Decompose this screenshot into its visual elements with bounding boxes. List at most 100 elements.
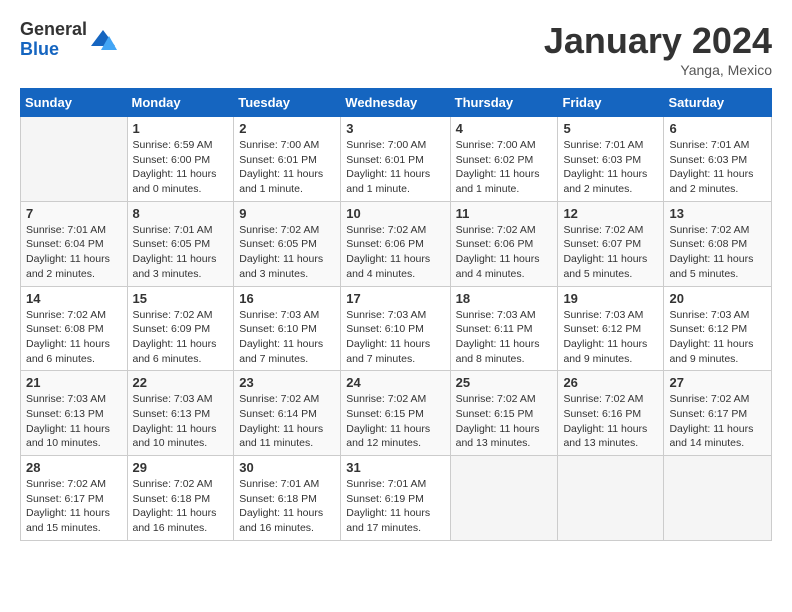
header-day-thursday: Thursday [450,89,558,117]
day-number: 29 [133,460,229,475]
day-info: Sunrise: 7:02 AM Sunset: 6:15 PM Dayligh… [346,392,444,451]
calendar-body: 1 Sunrise: 6:59 AM Sunset: 6:00 PM Daylig… [21,117,772,541]
calendar-cell [450,456,558,541]
header-day-wednesday: Wednesday [341,89,450,117]
day-info: Sunrise: 7:01 AM Sunset: 6:03 PM Dayligh… [669,138,766,197]
day-number: 24 [346,375,444,390]
day-number: 2 [239,121,335,136]
location: Yanga, Mexico [544,62,772,78]
day-info: Sunrise: 7:02 AM Sunset: 6:15 PM Dayligh… [456,392,553,451]
calendar-cell: 7 Sunrise: 7:01 AM Sunset: 6:04 PM Daylig… [21,201,128,286]
logo-general: General [20,20,87,40]
day-info: Sunrise: 7:03 AM Sunset: 6:11 PM Dayligh… [456,308,553,367]
header-day-sunday: Sunday [21,89,128,117]
day-number: 7 [26,206,122,221]
logo: General Blue [20,20,117,60]
calendar-cell: 2 Sunrise: 7:00 AM Sunset: 6:01 PM Daylig… [234,117,341,202]
day-number: 13 [669,206,766,221]
calendar-cell: 20 Sunrise: 7:03 AM Sunset: 6:12 PM Dayli… [664,286,772,371]
calendar-cell: 1 Sunrise: 6:59 AM Sunset: 6:00 PM Daylig… [127,117,234,202]
day-info: Sunrise: 7:02 AM Sunset: 6:18 PM Dayligh… [133,477,229,536]
header-day-friday: Friday [558,89,664,117]
calendar-cell: 21 Sunrise: 7:03 AM Sunset: 6:13 PM Dayli… [21,371,128,456]
day-info: Sunrise: 7:03 AM Sunset: 6:13 PM Dayligh… [133,392,229,451]
day-info: Sunrise: 7:02 AM Sunset: 6:07 PM Dayligh… [563,223,658,282]
day-info: Sunrise: 7:00 AM Sunset: 6:01 PM Dayligh… [346,138,444,197]
calendar-cell: 15Sunrise: 7:02 AM Sunset: 6:09 PM Dayli… [127,286,234,371]
calendar-cell: 24 Sunrise: 7:02 AM Sunset: 6:15 PM Dayli… [341,371,450,456]
calendar-cell: 17 Sunrise: 7:03 AM Sunset: 6:10 PM Dayli… [341,286,450,371]
calendar-cell: 28 Sunrise: 7:02 AM Sunset: 6:17 PM Dayli… [21,456,128,541]
day-number: 12 [563,206,658,221]
day-number: 3 [346,121,444,136]
day-info: Sunrise: 7:01 AM Sunset: 6:04 PM Dayligh… [26,223,122,282]
header-day-saturday: Saturday [664,89,772,117]
day-info: Sunrise: 7:02 AM Sunset: 6:06 PM Dayligh… [346,223,444,282]
day-info: Sunrise: 7:02 AM Sunset: 6:09 PM Dayligh… [133,308,229,367]
day-number: 5 [563,121,658,136]
day-number: 14 [26,291,122,306]
calendar-week-row: 7 Sunrise: 7:01 AM Sunset: 6:04 PM Daylig… [21,201,772,286]
calendar-cell: 14 Sunrise: 7:02 AM Sunset: 6:08 PM Dayli… [21,286,128,371]
day-number: 21 [26,375,122,390]
calendar-cell: 13 Sunrise: 7:02 AM Sunset: 6:08 PM Dayli… [664,201,772,286]
day-info: Sunrise: 7:03 AM Sunset: 6:10 PM Dayligh… [346,308,444,367]
calendar-cell: 25Sunrise: 7:02 AM Sunset: 6:15 PM Dayli… [450,371,558,456]
day-info: Sunrise: 7:00 AM Sunset: 6:02 PM Dayligh… [456,138,553,197]
calendar-cell: 18 Sunrise: 7:03 AM Sunset: 6:11 PM Dayli… [450,286,558,371]
calendar-cell [664,456,772,541]
title-area: January 2024 Yanga, Mexico [544,20,772,78]
day-number: 28 [26,460,122,475]
day-info: Sunrise: 7:00 AM Sunset: 6:01 PM Dayligh… [239,138,335,197]
day-info: Sunrise: 7:01 AM Sunset: 6:05 PM Dayligh… [133,223,229,282]
calendar-week-row: 21 Sunrise: 7:03 AM Sunset: 6:13 PM Dayli… [21,371,772,456]
day-info: Sunrise: 7:01 AM Sunset: 6:18 PM Dayligh… [239,477,335,536]
calendar-cell: 23 Sunrise: 7:02 AM Sunset: 6:14 PM Dayli… [234,371,341,456]
day-info: Sunrise: 7:02 AM Sunset: 6:08 PM Dayligh… [669,223,766,282]
day-info: Sunrise: 7:02 AM Sunset: 6:17 PM Dayligh… [26,477,122,536]
calendar-cell: 4 Sunrise: 7:00 AM Sunset: 6:02 PM Daylig… [450,117,558,202]
day-number: 22 [133,375,229,390]
calendar-header: SundayMondayTuesdayWednesdayThursdayFrid… [21,89,772,117]
day-info: Sunrise: 7:02 AM Sunset: 6:08 PM Dayligh… [26,308,122,367]
day-number: 16 [239,291,335,306]
day-info: Sunrise: 7:02 AM Sunset: 6:06 PM Dayligh… [456,223,553,282]
day-number: 23 [239,375,335,390]
day-info: Sunrise: 7:03 AM Sunset: 6:12 PM Dayligh… [563,308,658,367]
calendar-cell: 10Sunrise: 7:02 AM Sunset: 6:06 PM Dayli… [341,201,450,286]
day-number: 17 [346,291,444,306]
day-info: Sunrise: 7:01 AM Sunset: 6:19 PM Dayligh… [346,477,444,536]
day-number: 27 [669,375,766,390]
calendar-cell: 29 Sunrise: 7:02 AM Sunset: 6:18 PM Dayli… [127,456,234,541]
calendar-cell: 5 Sunrise: 7:01 AM Sunset: 6:03 PM Daylig… [558,117,664,202]
day-number: 11 [456,206,553,221]
day-number: 20 [669,291,766,306]
calendar-cell: 6 Sunrise: 7:01 AM Sunset: 6:03 PM Daylig… [664,117,772,202]
day-number: 18 [456,291,553,306]
day-number: 6 [669,121,766,136]
day-info: Sunrise: 7:03 AM Sunset: 6:13 PM Dayligh… [26,392,122,451]
day-info: Sunrise: 7:02 AM Sunset: 6:05 PM Dayligh… [239,223,335,282]
day-number: 31 [346,460,444,475]
calendar-cell: 16Sunrise: 7:03 AM Sunset: 6:10 PM Dayli… [234,286,341,371]
calendar-week-row: 28 Sunrise: 7:02 AM Sunset: 6:17 PM Dayli… [21,456,772,541]
day-number: 1 [133,121,229,136]
calendar-table: SundayMondayTuesdayWednesdayThursdayFrid… [20,88,772,541]
calendar-cell: 31 Sunrise: 7:01 AM Sunset: 6:19 PM Dayli… [341,456,450,541]
calendar-cell: 19Sunrise: 7:03 AM Sunset: 6:12 PM Dayli… [558,286,664,371]
day-info: Sunrise: 7:02 AM Sunset: 6:14 PM Dayligh… [239,392,335,451]
day-info: Sunrise: 7:01 AM Sunset: 6:03 PM Dayligh… [563,138,658,197]
day-number: 30 [239,460,335,475]
calendar-cell: 3 Sunrise: 7:00 AM Sunset: 6:01 PM Daylig… [341,117,450,202]
day-info: Sunrise: 6:59 AM Sunset: 6:00 PM Dayligh… [133,138,229,197]
calendar-cell [558,456,664,541]
day-number: 4 [456,121,553,136]
calendar-week-row: 1 Sunrise: 6:59 AM Sunset: 6:00 PM Daylig… [21,117,772,202]
page-header: General Blue January 2024 Yanga, Mexico [20,20,772,78]
calendar-cell: 26Sunrise: 7:02 AM Sunset: 6:16 PM Dayli… [558,371,664,456]
day-number: 9 [239,206,335,221]
day-info: Sunrise: 7:02 AM Sunset: 6:17 PM Dayligh… [669,392,766,451]
day-info: Sunrise: 7:03 AM Sunset: 6:12 PM Dayligh… [669,308,766,367]
month-title: January 2024 [544,20,772,62]
day-info: Sunrise: 7:02 AM Sunset: 6:16 PM Dayligh… [563,392,658,451]
